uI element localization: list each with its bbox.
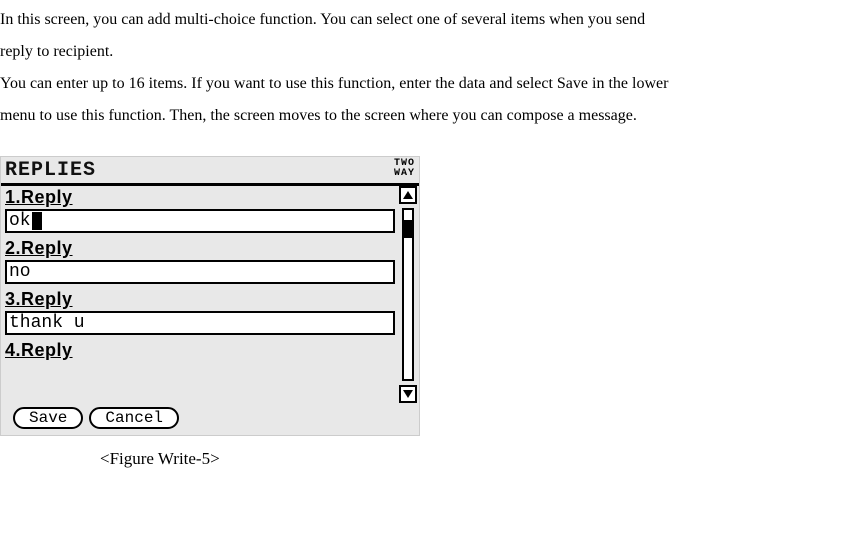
reply-input-1[interactable]: ok bbox=[5, 209, 395, 233]
reply-input-4[interactable] bbox=[5, 362, 395, 366]
reply-value-1: ok bbox=[9, 211, 31, 231]
reply-label-3: 3.Reply bbox=[5, 288, 395, 310]
save-button[interactable]: Save bbox=[13, 407, 83, 429]
reply-label-4: 4.Reply bbox=[5, 339, 395, 361]
chevron-up-icon bbox=[403, 191, 413, 199]
reply-value-2: no bbox=[9, 262, 31, 282]
scroll-up-button[interactable] bbox=[399, 186, 417, 204]
mode-indicator: TWO WAY bbox=[394, 157, 415, 179]
screen-title: REPLIES bbox=[5, 157, 96, 185]
titlebar: REPLIES TWO WAY bbox=[1, 157, 419, 185]
reply-input-3[interactable]: thank u bbox=[5, 311, 395, 335]
intro-line: In this screen, you can add multi-choice… bbox=[0, 4, 868, 36]
reply-item-3: 3.Reply thank u bbox=[1, 288, 399, 335]
text-caret-icon bbox=[32, 212, 42, 230]
reply-label-1: 1.Reply bbox=[5, 186, 395, 208]
cancel-button[interactable]: Cancel bbox=[89, 407, 179, 429]
reply-value-3: thank u bbox=[9, 313, 85, 333]
reply-input-2[interactable]: no bbox=[5, 260, 395, 284]
reply-label-2: 2.Reply bbox=[5, 237, 395, 259]
scrollbar-track[interactable] bbox=[402, 208, 414, 381]
chevron-down-icon bbox=[403, 390, 413, 398]
figure-caption: <Figure Write-5> bbox=[100, 442, 868, 476]
scroll-down-button[interactable] bbox=[399, 385, 417, 403]
reply-item-2: 2.Reply no bbox=[1, 237, 399, 284]
reply-item-1: 1.Reply ok bbox=[1, 186, 399, 233]
reply-item-4: 4.Reply bbox=[1, 339, 399, 366]
scrollbar-thumb[interactable] bbox=[403, 220, 413, 238]
button-row: Save Cancel bbox=[13, 407, 179, 429]
intro-text: In this screen, you can add multi-choice… bbox=[0, 4, 868, 132]
intro-line: menu to use this function. Then, the scr… bbox=[0, 100, 868, 132]
device-screen: REPLIES TWO WAY 1.Reply ok 2.Reply no 3 bbox=[0, 156, 420, 436]
intro-line: reply to recipient. bbox=[0, 36, 868, 68]
intro-line: You can enter up to 16 items. If you wan… bbox=[0, 68, 868, 100]
mode-line-2: WAY bbox=[394, 169, 415, 179]
scrollbar[interactable] bbox=[397, 186, 419, 403]
figure: REPLIES TWO WAY 1.Reply ok 2.Reply no 3 bbox=[0, 156, 868, 476]
replies-list: 1.Reply ok 2.Reply no 3.Reply thank u 4.… bbox=[1, 186, 399, 403]
